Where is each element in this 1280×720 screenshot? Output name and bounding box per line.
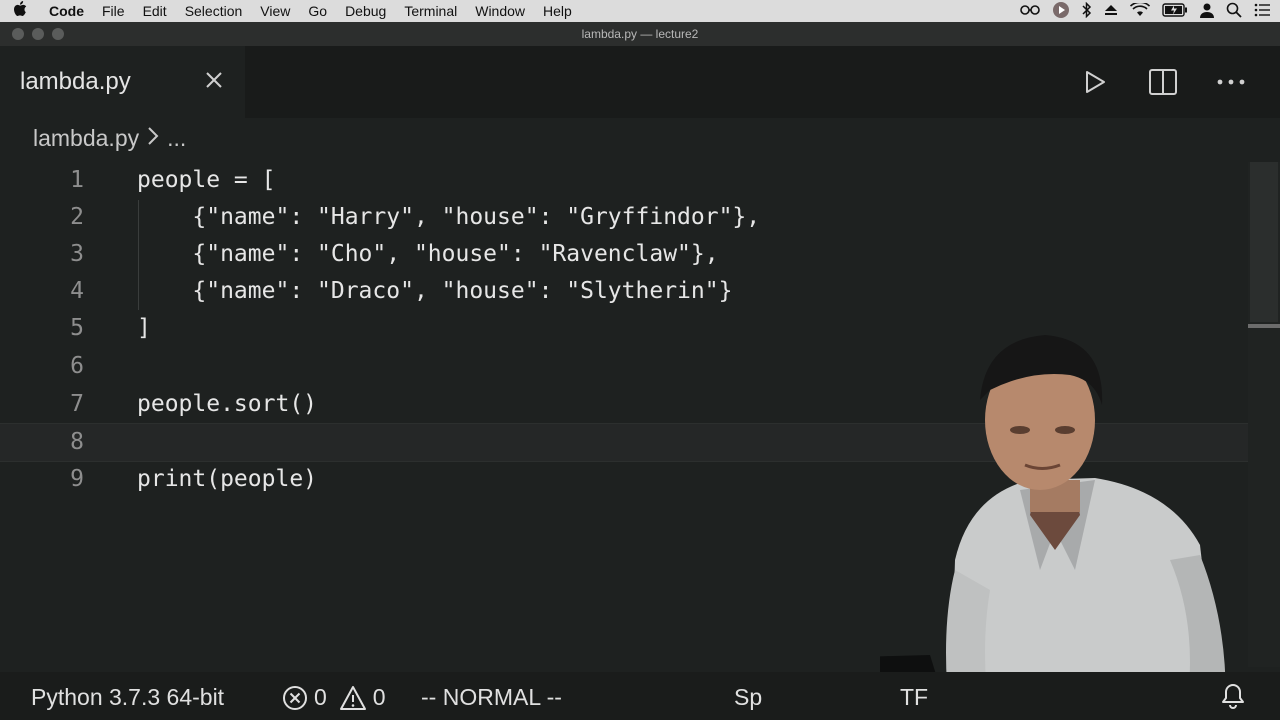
- more-actions-icon[interactable]: [1212, 64, 1250, 100]
- menu-app-code[interactable]: Code: [40, 0, 93, 22]
- breadcrumb-symbols[interactable]: ...: [167, 125, 186, 152]
- bluetooth-icon[interactable]: [1082, 1, 1092, 21]
- menu-file[interactable]: File: [93, 0, 134, 22]
- menu-bar: Code File Edit Selection View Go Debug T…: [0, 0, 1280, 22]
- play-circle-icon[interactable]: [1052, 1, 1070, 22]
- menu-debug[interactable]: Debug: [336, 0, 395, 22]
- line-text[interactable]: people.sort(): [137, 386, 317, 423]
- warning-icon: [339, 685, 367, 711]
- glasses-icon[interactable]: [1020, 4, 1040, 19]
- eject-icon[interactable]: [1104, 4, 1118, 19]
- indentation-indicator[interactable]: Sp: [734, 684, 762, 711]
- close-tab-icon[interactable]: [200, 66, 228, 94]
- battery-icon[interactable]: [1162, 2, 1188, 20]
- line-number: 3: [70, 241, 84, 267]
- line-text[interactable]: {"name": "Draco", "house": "Slytherin"}: [137, 273, 732, 310]
- error-icon: [282, 685, 308, 711]
- line-number: 9: [70, 466, 84, 492]
- menu-view[interactable]: View: [251, 0, 299, 22]
- problems-indicator[interactable]: 0 0: [282, 684, 386, 711]
- line-text[interactable]: {"name": "Harry", "house": "Gryffindor"}…: [137, 199, 760, 236]
- line-number: 2: [70, 204, 84, 230]
- presenter-photo: [880, 335, 1226, 720]
- editor-actions: [1076, 64, 1250, 100]
- line-number: 4: [70, 278, 84, 304]
- line-text[interactable]: {"name": "Cho", "house": "Ravenclaw"},: [137, 236, 718, 273]
- menu-go[interactable]: Go: [299, 0, 336, 22]
- encoding-indicator[interactable]: TF: [900, 684, 928, 711]
- menu-terminal[interactable]: Terminal: [395, 0, 466, 22]
- menu-selection[interactable]: Selection: [176, 0, 252, 22]
- minimize-window-button[interactable]: [32, 28, 44, 40]
- apple-icon[interactable]: [0, 1, 40, 21]
- notifications-bell-icon[interactable]: [1220, 682, 1246, 710]
- split-editor-icon[interactable]: [1144, 64, 1182, 100]
- chevron-right-icon: [147, 125, 159, 152]
- code-line[interactable]: 4 {"name": "Draco", "house": "Slytherin"…: [0, 273, 1248, 310]
- window-title: lambda.py — lecture2: [581, 27, 699, 41]
- spotlight-search-icon[interactable]: [1226, 2, 1242, 21]
- line-text[interactable]: people = [: [137, 162, 275, 199]
- python-interpreter[interactable]: Python 3.7.3 64-bit: [31, 684, 224, 711]
- error-count: 0: [314, 684, 327, 710]
- scrollbar-thumb[interactable]: [1250, 162, 1278, 322]
- notification-center-icon[interactable]: [1254, 3, 1270, 20]
- menu-window[interactable]: Window: [466, 0, 534, 22]
- line-number: 7: [70, 391, 84, 417]
- wifi-icon[interactable]: [1129, 1, 1151, 20]
- line-number: 1: [70, 167, 84, 193]
- user-icon[interactable]: [1200, 2, 1214, 21]
- status-bar: Python 3.7.3 64-bit 0 0 -- NORMAL -- Sp …: [0, 672, 1280, 720]
- line-number: 6: [70, 353, 84, 379]
- tab-label: lambda.py: [20, 68, 131, 95]
- run-file-icon[interactable]: [1076, 64, 1114, 100]
- tab-bar: lambda.py: [0, 46, 1280, 118]
- editor-scrollbar[interactable]: [1248, 162, 1280, 667]
- line-text[interactable]: ]: [137, 310, 151, 347]
- close-window-button[interactable]: [12, 28, 24, 40]
- line-number: 5: [70, 315, 84, 341]
- window-title-bar: lambda.py — lecture2: [0, 22, 1280, 46]
- status-icons: [1020, 0, 1270, 22]
- window-controls: [12, 28, 64, 40]
- tab-lambda-py[interactable]: lambda.py: [0, 46, 245, 118]
- vim-mode: -- NORMAL --: [421, 684, 562, 710]
- menu-help[interactable]: Help: [534, 0, 581, 22]
- code-line[interactable]: 3 {"name": "Cho", "house": "Ravenclaw"},: [0, 236, 1248, 273]
- warning-count: 0: [372, 684, 386, 710]
- line-text[interactable]: print(people): [137, 461, 317, 498]
- breadcrumb: lambda.py ...: [33, 125, 186, 152]
- code-line[interactable]: 1 people = [: [0, 162, 1248, 199]
- code-line[interactable]: 2 {"name": "Harry", "house": "Gryffindor…: [0, 199, 1248, 236]
- zoom-window-button[interactable]: [52, 28, 64, 40]
- line-number: 8: [70, 429, 84, 455]
- overview-ruler-marker: [1248, 324, 1280, 328]
- breadcrumb-file[interactable]: lambda.py: [33, 125, 139, 152]
- menu-edit[interactable]: Edit: [134, 0, 176, 22]
